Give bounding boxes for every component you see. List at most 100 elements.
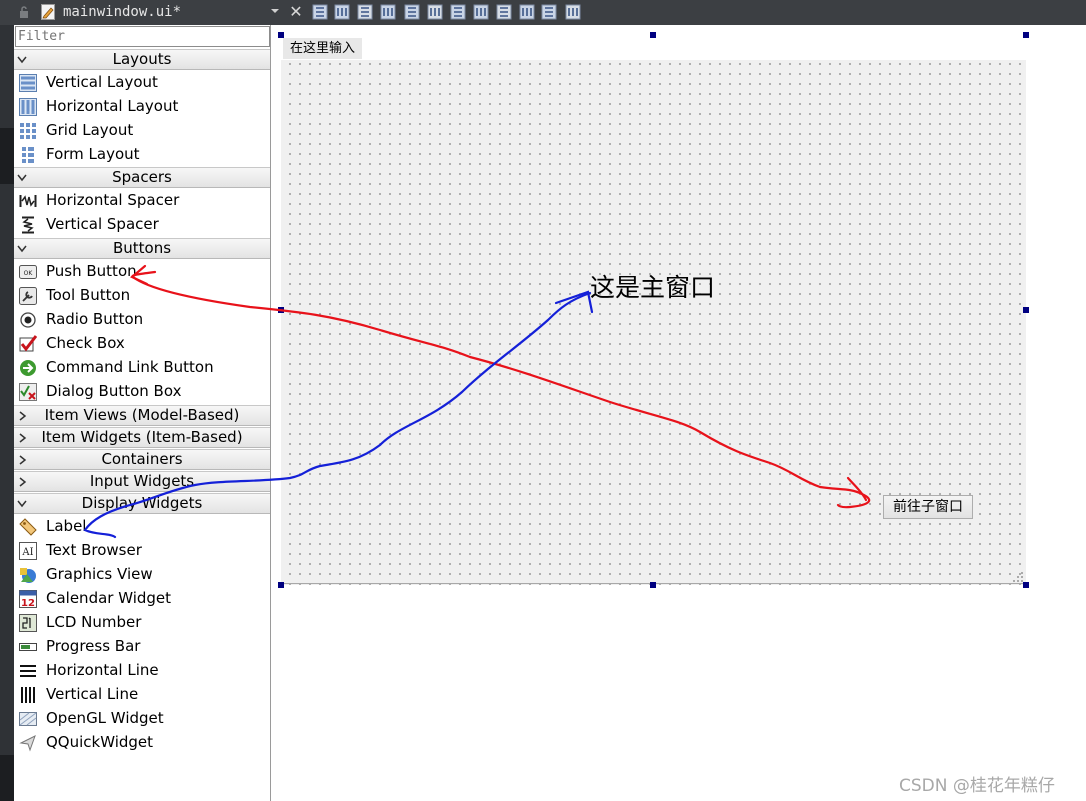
- resize-handle[interactable]: [278, 307, 284, 313]
- category-spacers[interactable]: Spacers: [14, 167, 270, 188]
- category-label: Input Widgets: [89, 472, 195, 490]
- widget-vertical-line[interactable]: Vertical Line: [14, 683, 270, 707]
- widget-label: Push Button: [46, 262, 137, 280]
- category-label: Containers: [101, 450, 183, 468]
- widget-label: Tool Button: [46, 286, 131, 304]
- calendar-icon: 12: [19, 590, 37, 608]
- category-buttons[interactable]: Buttons: [14, 238, 270, 259]
- widget-label: LCD Number: [46, 613, 142, 631]
- tool-button-icon: [19, 287, 37, 305]
- lay-out-horizontal-splitter-icon[interactable]: [450, 4, 466, 20]
- edit-buddies-icon[interactable]: [357, 4, 373, 20]
- category-item-widgets[interactable]: Item Widgets (Item-Based): [14, 427, 270, 448]
- widget-push-button[interactable]: OK Push Button: [14, 260, 270, 284]
- widget-label: Horizontal Layout: [46, 97, 179, 115]
- label-tag-icon: [19, 518, 37, 536]
- form-layout-icon: [22, 147, 34, 163]
- main-window-form[interactable]: 在这里输入 这是主窗口 前往子窗口: [281, 35, 1026, 585]
- resize-handle[interactable]: [278, 32, 284, 38]
- widget-horizontal-line[interactable]: Horizontal Line: [14, 659, 270, 683]
- category-label: Layouts: [112, 50, 172, 68]
- widget-tool-button[interactable]: Tool Button: [14, 284, 270, 308]
- widget-label: Graphics View: [46, 565, 153, 583]
- widget-form-layout[interactable]: Form Layout: [14, 143, 270, 167]
- filter-input[interactable]: [15, 26, 270, 47]
- widget-label: Calendar Widget: [46, 589, 172, 607]
- horizontal-spacer-icon: [19, 195, 37, 207]
- widget-label: Label: [46, 517, 87, 535]
- widget-calendar[interactable]: 12 Calendar Widget: [14, 587, 270, 611]
- size-grip-icon[interactable]: [1012, 571, 1024, 583]
- widget-vertical-layout[interactable]: Vertical Layout: [14, 71, 270, 95]
- resize-handle[interactable]: [278, 582, 284, 588]
- widget-dialog-button-box[interactable]: Dialog Button Box: [14, 380, 270, 404]
- lay-out-horizontally-icon[interactable]: [404, 4, 420, 20]
- widget-check-box[interactable]: Check Box: [14, 332, 270, 356]
- vertical-line-icon: [21, 687, 35, 703]
- widget-label: OpenGL Widget: [46, 709, 164, 727]
- edit-widgets-icon[interactable]: [312, 4, 328, 20]
- widget-label: Text Browser: [46, 541, 142, 559]
- category-label: Buttons: [112, 239, 172, 257]
- widget-opengl[interactable]: OpenGL Widget: [14, 707, 270, 731]
- widget-label: Vertical Layout: [46, 73, 158, 91]
- lay-out-form-icon[interactable]: [496, 4, 512, 20]
- lay-out-vertically-icon[interactable]: [427, 4, 443, 20]
- goto-subwindow-button[interactable]: 前往子窗口: [883, 495, 973, 519]
- radio-button-icon: [20, 312, 36, 328]
- widget-horizontal-layout[interactable]: Horizontal Layout: [14, 95, 270, 119]
- horizontal-line-icon: [20, 665, 36, 677]
- text-browser-icon: AI: [19, 542, 37, 560]
- widget-qquickwidget[interactable]: QQuickWidget: [14, 731, 270, 755]
- widget-grid-layout[interactable]: Grid Layout: [14, 119, 270, 143]
- adjust-size-icon[interactable]: [565, 4, 581, 20]
- category-label: Item Views (Model-Based): [44, 406, 240, 424]
- break-layout-icon[interactable]: [541, 4, 557, 20]
- resize-handle[interactable]: [1023, 32, 1029, 38]
- lay-out-grid-icon[interactable]: [519, 4, 535, 20]
- category-label: Item Widgets (Item-Based): [41, 428, 243, 446]
- menu-type-here-item[interactable]: 在这里输入: [283, 38, 363, 59]
- form-menubar: 在这里输入: [281, 35, 1026, 60]
- chevron-down-icon: [17, 245, 27, 253]
- resize-handle[interactable]: [650, 582, 656, 588]
- widget-label: QQuickWidget: [46, 733, 154, 751]
- resize-handle[interactable]: [1023, 307, 1029, 313]
- widget-command-link-button[interactable]: Command Link Button: [14, 356, 270, 380]
- widget-label: Vertical Line: [46, 685, 139, 703]
- widget-horizontal-spacer[interactable]: Horizontal Spacer: [14, 189, 270, 213]
- category-containers[interactable]: Containers: [14, 449, 270, 470]
- main-window-label[interactable]: 这是主窗口: [590, 268, 715, 304]
- widget-label-item[interactable]: Label: [14, 515, 270, 539]
- widget-graphics-view[interactable]: Graphics View: [14, 563, 270, 587]
- chevron-down-icon[interactable]: [270, 6, 280, 16]
- category-item-views[interactable]: Item Views (Model-Based): [14, 405, 270, 426]
- category-layouts[interactable]: Layouts: [14, 49, 270, 70]
- chevron-right-icon: [19, 477, 27, 487]
- category-label: Spacers: [112, 168, 172, 186]
- widget-lcd-number[interactable]: LCD Number: [14, 611, 270, 635]
- widget-radio-button[interactable]: Radio Button: [14, 308, 270, 332]
- widget-label: Form Layout: [46, 145, 140, 163]
- chevron-down-icon: [17, 56, 27, 64]
- command-link-icon: [20, 360, 36, 376]
- category-input-widgets[interactable]: Input Widgets: [14, 471, 270, 492]
- opengl-widget-icon: [19, 712, 37, 726]
- open-file-tab[interactable]: mainwindow.ui*: [63, 4, 181, 20]
- widget-vertical-spacer[interactable]: Vertical Spacer: [14, 213, 270, 237]
- widget-label: Horizontal Spacer: [46, 191, 180, 209]
- category-label: Display Widgets: [81, 494, 203, 512]
- widget-label: Grid Layout: [46, 121, 134, 139]
- close-icon[interactable]: ✕: [289, 4, 303, 20]
- widget-label: Vertical Spacer: [46, 215, 159, 233]
- resize-handle[interactable]: [650, 32, 656, 38]
- svg-text:AI: AI: [21, 547, 33, 558]
- widget-label: Check Box: [46, 334, 125, 352]
- widget-text-browser[interactable]: AI Text Browser: [14, 539, 270, 563]
- widget-progress-bar[interactable]: Progress Bar: [14, 635, 270, 659]
- lock-icon[interactable]: [19, 6, 29, 18]
- lay-out-vertical-splitter-icon[interactable]: [473, 4, 489, 20]
- edit-tab-order-icon[interactable]: [380, 4, 396, 20]
- edit-signals-slots-icon[interactable]: [334, 4, 350, 20]
- category-display-widgets[interactable]: Display Widgets: [14, 493, 270, 514]
